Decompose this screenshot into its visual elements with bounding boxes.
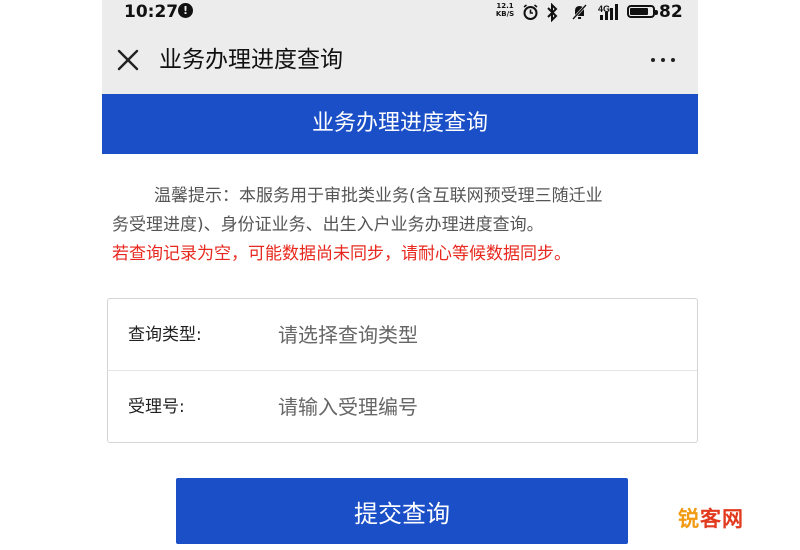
watermark-part-b: 客网 bbox=[700, 507, 744, 531]
network-speed: 12.1 KB/S bbox=[494, 2, 516, 18]
nav-title: 业务办理进度查询 bbox=[159, 47, 343, 73]
query-form: 查询类型: 请选择查询类型 受理号: bbox=[107, 298, 698, 443]
watermark-part-a: 锐 bbox=[678, 507, 700, 531]
page-title: 业务办理进度查询 bbox=[311, 111, 488, 136]
query-type-label: 查询类型: bbox=[128, 325, 202, 345]
battery-fill bbox=[630, 8, 649, 15]
watermark-logo: 锐客网 bbox=[678, 504, 744, 534]
phone-screen: 10:27 ! 12.1 KB/S 4G 82 业务办理进度查询 业务办理进度查… bbox=[102, 0, 698, 550]
battery-tip bbox=[655, 10, 658, 15]
alarm-icon bbox=[523, 4, 538, 20]
nav-bar: 业务办理进度查询 bbox=[102, 26, 698, 94]
mute-icon bbox=[572, 4, 587, 20]
info-icon: ! bbox=[178, 3, 193, 18]
network-speed-unit: KB/S bbox=[495, 10, 515, 18]
signal-icon: 4G bbox=[598, 4, 618, 20]
close-icon[interactable] bbox=[116, 48, 140, 72]
notice-text-line-1: 温馨提示：本服务用于审批类业务(含互联网预受理三随迁业 bbox=[154, 186, 603, 206]
submit-query-button[interactable]: 提交查询 bbox=[176, 478, 628, 544]
page-header-banner: 业务办理进度查询 bbox=[102, 94, 698, 154]
accept-number-input[interactable] bbox=[278, 389, 678, 425]
form-row-query-type: 查询类型: 请选择查询类型 bbox=[108, 299, 697, 371]
network-speed-value: 12.1 bbox=[496, 2, 514, 10]
notice-warning: 若查询记录为空，可能数据尚未同步，请耐心等候数据同步。 bbox=[112, 244, 571, 264]
battery-level: 82 bbox=[659, 2, 683, 22]
status-time: 10:27 bbox=[124, 2, 179, 22]
notice-panel: 温馨提示：本服务用于审批类业务(含互联网预受理三随迁业 务受理进度)、身份证业务… bbox=[112, 182, 692, 269]
query-type-select[interactable]: 请选择查询类型 bbox=[278, 317, 678, 353]
accept-number-label: 受理号: bbox=[128, 397, 185, 417]
status-bar: 10:27 ! 12.1 KB/S 4G 82 bbox=[102, 0, 698, 26]
notice-text-line-2: 务受理进度)、身份证业务、出生入户业务办理进度查询。 bbox=[112, 215, 544, 235]
svg-text:4G: 4G bbox=[598, 4, 610, 14]
bluetooth-icon bbox=[547, 3, 558, 22]
form-row-accept-number: 受理号: bbox=[108, 371, 697, 443]
more-icon[interactable] bbox=[648, 52, 678, 66]
battery-icon bbox=[627, 5, 658, 18]
